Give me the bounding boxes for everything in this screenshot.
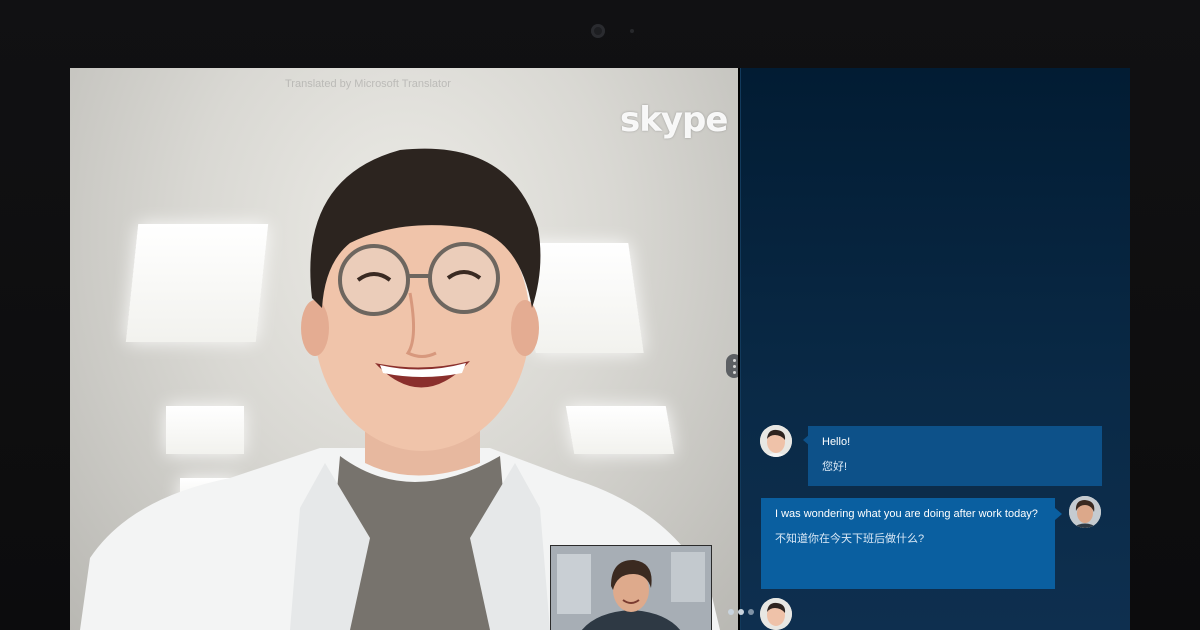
message-text: I was wondering what you are doing after… [775,508,1038,520]
ear [301,300,329,356]
panel-splitter-handle[interactable] [726,354,738,378]
glasses-lens-left [338,244,410,316]
bubble-tail [1055,508,1062,520]
message-translation: 不知道你在今天下班后做什么? [775,533,925,545]
typing-dots-icon [728,609,754,615]
sensor-icon [630,29,634,33]
screen: Translated by Microsoft Translator skype [70,68,1130,630]
chat-message-outgoing[interactable]: I was wondering what you are doing after… [761,498,1055,589]
message-translation: 您好! [822,461,848,473]
camera-icon [591,24,605,38]
self-view-person [551,546,711,630]
glasses-lens-right [428,242,500,314]
self-video-preview[interactable] [550,545,712,630]
chat-panel: Hello! 您好! I was wondering what you are … [740,68,1130,630]
ear [511,300,539,356]
avatar-self [1069,496,1101,528]
avatar-remote [760,425,792,457]
message-text: Hello! [822,436,851,448]
chat-message-incoming[interactable]: Hello! 您好! [808,426,1102,486]
remote-video[interactable]: Translated by Microsoft Translator skype [70,68,738,630]
avatar-remote [760,598,792,630]
